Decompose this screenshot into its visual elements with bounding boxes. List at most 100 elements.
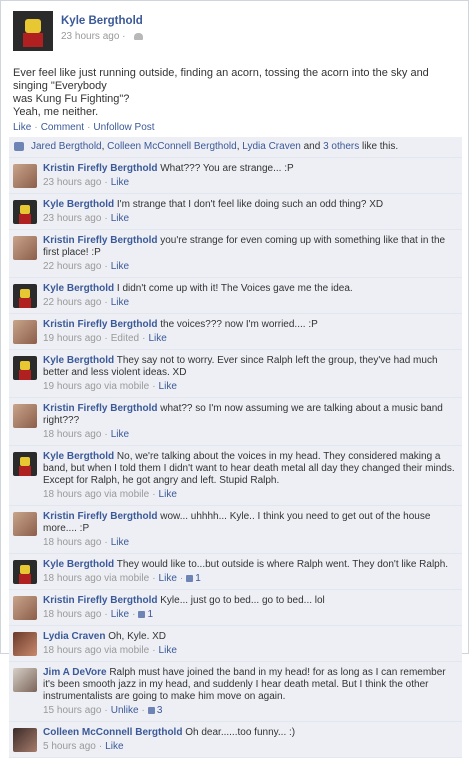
commenter-name-link[interactable]: Kristin Firefly Bergthold <box>43 595 157 606</box>
comment-timestamp[interactable]: 18 hours ago via mobile <box>43 573 149 584</box>
comment-meta: 18 hours ago via mobile · Like <box>43 645 177 656</box>
comment: Kristin Firefly Bergthold the voices??? … <box>9 314 462 350</box>
commenter-avatar[interactable] <box>13 404 37 428</box>
comment-timestamp[interactable]: 18 hours ago <box>43 609 101 620</box>
post-author-link[interactable]: Kyle Bergthold <box>61 15 143 27</box>
comment-meta: 22 hours ago · Like <box>43 261 130 272</box>
commenter-name-link[interactable]: Kristin Firefly Bergthold <box>43 163 157 174</box>
commenter-name-link[interactable]: Jim A DeVore <box>43 667 107 678</box>
comment-timestamp[interactable]: 18 hours ago via mobile <box>43 489 149 500</box>
comment-timestamp[interactable]: 18 hours ago <box>43 429 101 440</box>
comment-like-link[interactable]: Like <box>159 645 177 656</box>
comment-like-link[interactable]: Like <box>159 489 177 500</box>
comment-meta: 18 hours ago · Like · 1 <box>43 609 153 620</box>
author-avatar[interactable] <box>13 11 53 51</box>
comment-timestamp[interactable]: 22 hours ago <box>43 297 101 308</box>
like-link[interactable]: Like <box>13 122 31 133</box>
comment-link[interactable]: Comment <box>41 122 84 133</box>
comment-like-link[interactable]: Like <box>111 429 129 440</box>
commenter-avatar[interactable] <box>13 632 37 656</box>
commenter-avatar[interactable] <box>13 236 37 260</box>
comment-timestamp[interactable]: 18 hours ago <box>43 537 101 548</box>
commenter-name-link[interactable]: Kyle Bergthold <box>43 559 114 570</box>
comment-text: I'm strange that I don't feel like doing… <box>116 199 384 210</box>
liker-link[interactable]: Colleen McConnell Bergthold <box>107 141 237 152</box>
commenter-name-link[interactable]: Kristin Firefly Bergthold <box>43 235 157 246</box>
comment-like-link[interactable]: Like <box>111 537 129 548</box>
comment-like-link[interactable]: Like <box>148 333 166 344</box>
comment: Kristin Firefly Bergthold Kyle... just g… <box>9 590 462 626</box>
comment-like-link[interactable]: Like <box>111 297 129 308</box>
comment-body: Kyle Bergthold I didn't come up with it!… <box>43 283 456 295</box>
commenter-avatar[interactable] <box>13 356 37 380</box>
comment-timestamp[interactable]: 23 hours ago <box>43 213 101 224</box>
comment-like-count[interactable]: 1 <box>138 609 153 620</box>
comment-meta: 5 hours ago · Like <box>43 741 124 752</box>
comment-meta: 23 hours ago · Like <box>43 213 130 224</box>
comment-like-count[interactable]: 3 <box>147 705 162 716</box>
commenter-avatar[interactable] <box>13 728 37 752</box>
post-line: was Kung Fu Fighting"? <box>13 93 130 105</box>
liker-link[interactable]: Lydia Craven <box>242 141 301 152</box>
comment-timestamp[interactable]: 19 hours ago via mobile <box>43 381 149 392</box>
comment: Kyle Bergthold No, we're talking about t… <box>9 446 462 506</box>
comment-body: Kristin Firefly Bergthold what?? so I'm … <box>43 403 456 427</box>
audience-icon[interactable] <box>134 32 144 40</box>
comment-like-link[interactable]: Like <box>111 609 129 620</box>
commenter-name-link[interactable]: Kyle Bergthold <box>43 199 114 210</box>
commenter-avatar[interactable] <box>13 200 37 224</box>
comment-meta: 18 hours ago · Like <box>43 537 130 548</box>
comment-unlike-link[interactable]: Unlike <box>111 705 139 716</box>
comment-like-count[interactable]: 1 <box>186 573 201 584</box>
comment-meta: 22 hours ago · Like <box>43 297 130 308</box>
comment-like-link[interactable]: Like <box>111 261 129 272</box>
comment-timestamp[interactable]: 19 hours ago <box>43 333 101 344</box>
commenter-name-link[interactable]: Kyle Bergthold <box>43 355 114 366</box>
commenter-name-link[interactable]: Kristin Firefly Bergthold <box>43 403 157 414</box>
comment-meta: 19 hours ago via mobile · Like <box>43 381 177 392</box>
commenter-avatar[interactable] <box>13 284 37 308</box>
comment-body: Kristin Firefly Bergthold What??? You ar… <box>43 163 456 175</box>
comment-body: Kyle Bergthold I'm strange that I don't … <box>43 199 456 211</box>
feedback-box: Jared Bergthold, Colleen McConnell Bergt… <box>9 137 462 758</box>
commenter-name-link[interactable]: Kyle Bergthold <box>43 451 114 462</box>
comment-timestamp[interactable]: 15 hours ago <box>43 705 101 716</box>
commenter-avatar[interactable] <box>13 596 37 620</box>
comment-meta: 18 hours ago via mobile · Like <box>43 489 177 500</box>
comment-like-link[interactable]: Like <box>159 573 177 584</box>
unfollow-post-link[interactable]: Unfollow Post <box>93 122 154 133</box>
comment-meta: 23 hours ago · Like <box>43 177 130 188</box>
commenter-name-link[interactable]: Kristin Firefly Bergthold <box>43 319 157 330</box>
comment-text: What??? You are strange... :P <box>160 163 294 174</box>
commenter-avatar[interactable] <box>13 320 37 344</box>
comment-body: Kristin Firefly Bergthold the voices??? … <box>43 319 456 331</box>
others-link[interactable]: 3 others <box>323 141 359 152</box>
commenter-name-link[interactable]: Lydia Craven <box>43 631 105 642</box>
post-timestamp[interactable]: 23 hours ago <box>61 31 119 42</box>
commenter-avatar[interactable] <box>13 560 37 584</box>
commenter-avatar[interactable] <box>13 452 37 476</box>
commenter-name-link[interactable]: Colleen McConnell Bergthold <box>43 727 182 738</box>
comment-body: Kristin Firefly Bergthold wow... uhhhh..… <box>43 511 456 535</box>
commenter-avatar[interactable] <box>13 164 37 188</box>
comment: Kyle Bergthold I'm strange that I don't … <box>9 194 462 230</box>
comment-like-link[interactable]: Like <box>159 381 177 392</box>
comment-text: Oh dear......too funny... :) <box>185 727 296 738</box>
comment-like-link[interactable]: Like <box>111 213 129 224</box>
comment-body: Kyle Bergthold No, we're talking about t… <box>43 451 456 487</box>
post-line: Ever feel like just running outside, fin… <box>13 67 429 92</box>
comment-timestamp[interactable]: 22 hours ago <box>43 261 101 272</box>
comment-like-link[interactable]: Like <box>111 177 129 188</box>
commenter-avatar[interactable] <box>13 668 37 692</box>
comment-meta: 15 hours ago · Unlike · 3 <box>43 705 163 716</box>
liker-link[interactable]: Jared Bergthold <box>31 141 102 152</box>
comment-timestamp[interactable]: 18 hours ago via mobile <box>43 645 149 656</box>
commenter-name-link[interactable]: Kyle Bergthold <box>43 283 114 294</box>
commenter-name-link[interactable]: Kristin Firefly Bergthold <box>43 511 157 522</box>
commenter-avatar[interactable] <box>13 512 37 536</box>
comment-text-extra: Except for Ralph, he got angry and left.… <box>43 475 280 486</box>
comment-timestamp[interactable]: 23 hours ago <box>43 177 101 188</box>
comment-like-link[interactable]: Like <box>105 741 123 752</box>
comment-text: They would like to...but outside is wher… <box>116 559 449 570</box>
comment-timestamp[interactable]: 5 hours ago <box>43 741 96 752</box>
